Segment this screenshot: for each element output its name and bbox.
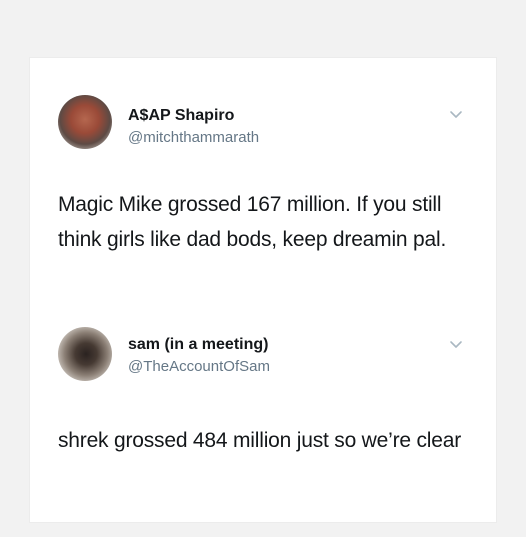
avatar[interactable] (58, 95, 112, 149)
display-name[interactable]: sam (in a meeting) (128, 336, 268, 354)
display-name[interactable]: A$AP Shapiro (128, 107, 234, 125)
tweet-thread-card: A$AP Shapiro @mitchthammarath Magic Mike… (30, 58, 496, 522)
tweet[interactable]: sam (in a meeting) @TheAccountOfSam shre… (30, 298, 496, 522)
tweet-text: Magic Mike grossed 167 million. If you s… (58, 193, 447, 251)
user-handle[interactable]: @mitchthammarath (128, 129, 259, 146)
tweet[interactable]: A$AP Shapiro @mitchthammarath Magic Mike… (30, 58, 496, 298)
avatar[interactable] (58, 327, 112, 381)
user-handle[interactable]: @TheAccountOfSam (128, 358, 270, 375)
chevron-down-icon[interactable] (448, 106, 464, 122)
tweet-text: shrek grossed 484 million just so we’re … (58, 429, 462, 452)
chevron-down-icon[interactable] (448, 336, 464, 352)
